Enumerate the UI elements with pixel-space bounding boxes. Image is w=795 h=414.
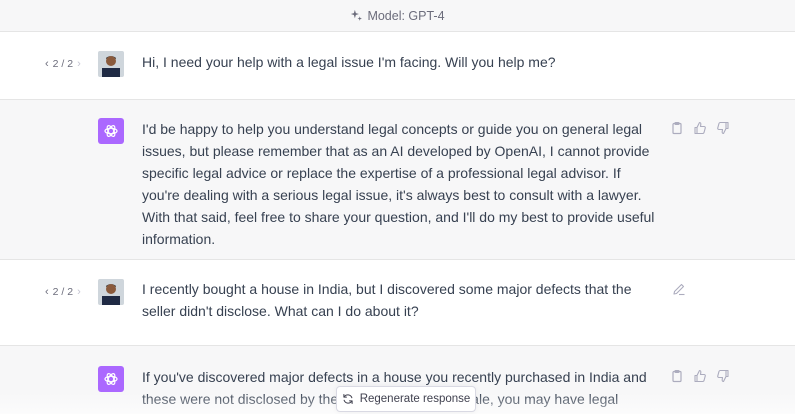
- message-actions: [670, 121, 730, 135]
- refresh-icon: [342, 393, 354, 405]
- message-actions: [670, 369, 730, 383]
- edit-icon[interactable]: [672, 282, 686, 296]
- message-actions: [672, 282, 686, 296]
- clipboard-icon[interactable]: [670, 121, 684, 135]
- thumbs-down-icon[interactable]: [716, 121, 730, 135]
- pager-label: 2 / 2: [52, 58, 74, 70]
- openai-logo-icon: [104, 373, 118, 385]
- assistant-avatar: [98, 366, 124, 392]
- chevron-right-icon[interactable]: ›: [77, 286, 81, 298]
- assistant-message-row: I'd be happy to help you understand lega…: [0, 100, 795, 260]
- user-message-text: I recently bought a house in India, but …: [142, 281, 632, 319]
- regenerate-label: Regenerate response: [359, 393, 471, 405]
- regenerate-response-button[interactable]: Regenerate response: [336, 386, 476, 412]
- user-avatar: [98, 279, 124, 305]
- user-message-row: ‹ 2 / 2 › I recently bought a house in I…: [0, 260, 795, 346]
- thumbs-up-icon[interactable]: [693, 121, 707, 135]
- chevron-left-icon[interactable]: ‹: [45, 286, 49, 298]
- sparkle-icon: [350, 9, 363, 22]
- openai-logo-icon: [104, 125, 118, 137]
- thumbs-down-icon[interactable]: [716, 369, 730, 383]
- thumbs-up-icon[interactable]: [693, 369, 707, 383]
- chevron-right-icon[interactable]: ›: [77, 58, 81, 70]
- clipboard-icon[interactable]: [670, 369, 684, 383]
- message-pager: ‹ 2 / 2 ›: [45, 286, 81, 298]
- chevron-left-icon[interactable]: ‹: [45, 58, 49, 70]
- model-bar: Model: GPT-4: [0, 0, 795, 32]
- pager-label: 2 / 2: [52, 286, 74, 298]
- user-message-text: Hi, I need your help with a legal issue …: [142, 54, 556, 70]
- assistant-avatar: [98, 118, 124, 144]
- model-label: Model: GPT-4: [367, 8, 445, 23]
- user-avatar: [98, 51, 124, 77]
- assistant-message-text: I'd be happy to help you understand lega…: [142, 121, 655, 247]
- message-pager: ‹ 2 / 2 ›: [45, 58, 81, 70]
- user-message-row: ‹ 2 / 2 › Hi, I need your help with a le…: [0, 32, 795, 100]
